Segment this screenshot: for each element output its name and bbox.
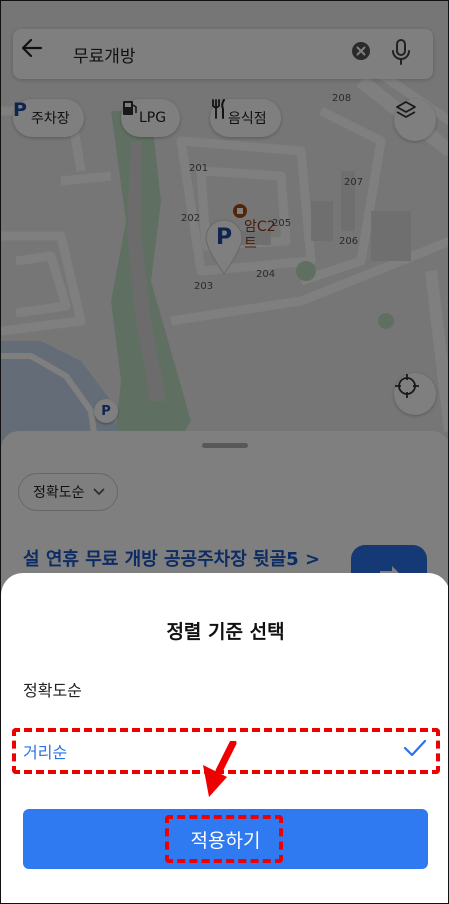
sort-bottom-sheet: 정렬 기준 선택 정확도순 거리순 적용하기 bbox=[1, 573, 448, 903]
sort-option-label: 정확도순 bbox=[23, 681, 82, 700]
app-frame: 208 207 201 202 205 206 204 203 암C2 트 P … bbox=[0, 0, 449, 904]
sort-option-accuracy[interactable]: 정확도순 bbox=[1, 665, 448, 709]
annotation-arrow-icon bbox=[203, 741, 237, 797]
annotation-highlight-box bbox=[165, 815, 283, 863]
sheet-title: 정렬 기준 선택 bbox=[166, 621, 285, 643]
